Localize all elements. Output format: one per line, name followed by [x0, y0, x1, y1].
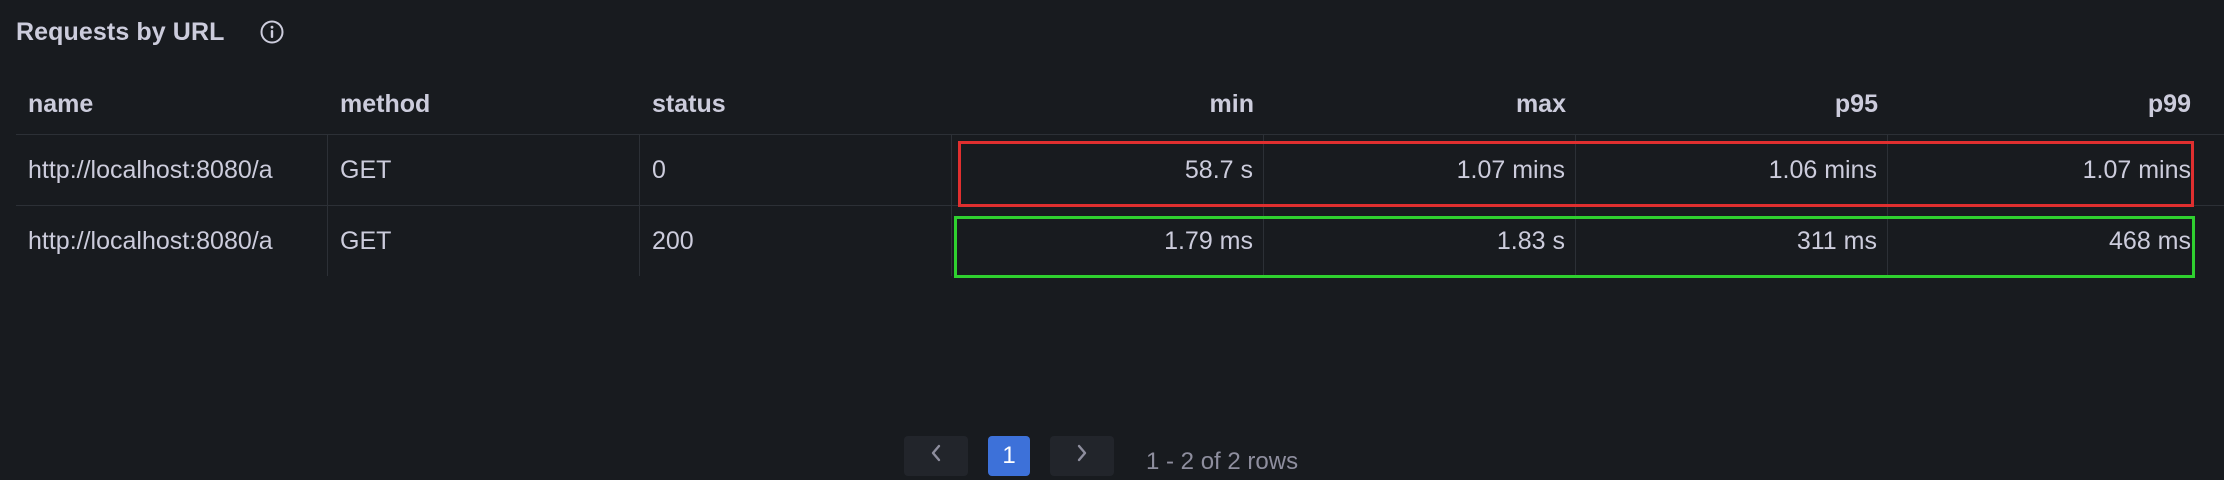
pagination-summary: 1 - 2 of 2 rows	[1146, 448, 1299, 475]
column-header-max[interactable]: max	[1264, 86, 1576, 134]
page-button-1[interactable]: 1	[988, 436, 1030, 476]
column-header-min[interactable]: min	[952, 86, 1264, 134]
cell-p95: 1.06 mins	[1576, 135, 1888, 205]
table-header-row: name method status min max p95 p99	[16, 86, 2224, 135]
cell-method: GET	[328, 135, 640, 205]
table-row: http://localhost:8080/a GET 200 1.79 ms …	[16, 206, 2224, 276]
column-header-p99[interactable]: p99	[1888, 86, 2201, 134]
panel-header: Requests by URL	[16, 14, 286, 50]
cell-p99: 468 ms	[2109, 226, 2191, 255]
cell-min: 58.7 s	[952, 135, 1264, 205]
cell-p95: 311 ms	[1576, 206, 1888, 276]
column-header-method[interactable]: method	[328, 86, 640, 134]
cell-method: GET	[328, 206, 640, 276]
column-header-status[interactable]: status	[640, 86, 952, 134]
cell-p99: 1.07 mins	[2082, 155, 2191, 184]
requests-table: name method status min max p95 p99 http:…	[16, 86, 2224, 276]
cell-max: 1.83 s	[1264, 206, 1576, 276]
panel-title: Requests by URL	[16, 17, 225, 46]
column-header-name[interactable]: name	[16, 86, 328, 134]
cell-status: 200	[640, 206, 952, 276]
cell-status: 0	[640, 135, 952, 205]
info-icon[interactable]	[258, 18, 286, 46]
cell-min: 1.79 ms	[952, 206, 1264, 276]
chevron-right-icon	[1075, 442, 1089, 470]
cell-name: http://localhost:8080/a	[16, 206, 328, 276]
cell-max: 1.07 mins	[1264, 135, 1576, 205]
prev-page-button[interactable]	[904, 436, 968, 476]
requests-panel: Requests by URL name method status min m…	[0, 0, 2224, 476]
next-page-button[interactable]	[1050, 436, 1114, 476]
table-row: http://localhost:8080/a GET 0 58.7 s 1.0…	[16, 135, 2224, 206]
column-header-p95[interactable]: p95	[1576, 86, 1888, 134]
chevron-left-icon	[929, 442, 943, 470]
pagination: 1 1 - 2 of 2 rows	[904, 436, 1298, 480]
cell-name: http://localhost:8080/a	[16, 135, 328, 205]
